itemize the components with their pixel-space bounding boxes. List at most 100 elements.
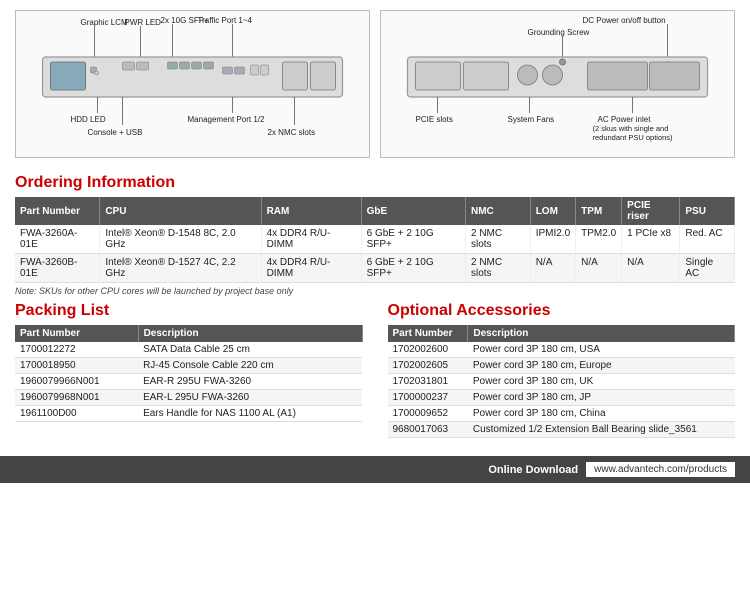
ordering-row: FWA-3260B-01EIntel® Xeon® D-1527 4C, 2.2… [15, 254, 735, 283]
label-traffic-port: Traffic Port 1~4 [198, 16, 253, 25]
accessories-row: 1702031801Power cord 3P 180 cm, UK [388, 374, 735, 390]
accessories-cell: Power cord 3P 180 cm, China [468, 406, 735, 422]
packing-cell: 1961100D00 [15, 406, 138, 422]
label-graphic-lcm: Graphic LCM [81, 18, 128, 27]
packing-col: Packing List Part Number Description 170… [15, 302, 378, 438]
label-system-fans: System Fans [508, 115, 555, 124]
accessories-row: 9680017063Customized 1/2 Extension Ball … [388, 422, 735, 438]
accessories-title: Optional Accessories [388, 302, 736, 320]
label-ac-power-detail: (2 skus with single and [593, 124, 669, 133]
ordering-cell: Red. AC [680, 225, 735, 254]
ordering-section: Ordering Information Part Number CPU RAM… [0, 166, 750, 302]
ordering-cell: 6 GbE + 2 10G SFP+ [361, 254, 465, 283]
accessories-row: 1700009652Power cord 3P 180 cm, China [388, 406, 735, 422]
packing-col-part: Part Number [15, 325, 138, 342]
packing-cell: EAR-L 295U FWA-3260 [138, 390, 362, 406]
label-dc-power: DC Power on/off button [583, 16, 666, 25]
packing-cell: SATA Data Cable 25 cm [138, 342, 362, 358]
accessories-row: 1702002605Power cord 3P 180 cm, Europe [388, 358, 735, 374]
acc-col-desc: Description [468, 325, 735, 342]
acc-col-part: Part Number [388, 325, 468, 342]
packing-cell: RJ-45 Console Cable 220 cm [138, 358, 362, 374]
ordering-note: Note: SKUs for other CPU cores will be l… [15, 286, 735, 296]
label-pwr-led: PWR LED [125, 18, 162, 27]
col-ram: RAM [261, 197, 361, 225]
accessories-cell: Power cord 3P 180 cm, USA [468, 342, 735, 358]
accessories-cell: 9680017063 [388, 422, 468, 438]
col-pcie-riser: PCIE riser [622, 197, 680, 225]
front-panel-diagram: Graphic LCM PWR LED 2x 10G SFP+ Traffic … [15, 10, 370, 158]
back-panel-svg: DC Power on/off button Grounding Screw P… [385, 15, 730, 150]
packing-cell: EAR-R 295U FWA-3260 [138, 374, 362, 390]
accessories-cell: Power cord 3P 180 cm, UK [468, 374, 735, 390]
accessories-row: 1700000237Power cord 3P 180 cm, JP [388, 390, 735, 406]
packing-table: Part Number Description 1700012272SATA D… [15, 325, 363, 422]
label-console-usb: Console + USB [88, 128, 143, 137]
ordering-cell: IPMI2.0 [530, 225, 575, 254]
ordering-cell: Single AC [680, 254, 735, 283]
packing-cell: 1700018950 [15, 358, 138, 374]
packing-cell: 1700012272 [15, 342, 138, 358]
accessories-cell: 1700009652 [388, 406, 468, 422]
col-gbe: GbE [361, 197, 465, 225]
hardware-diagrams: Graphic LCM PWR LED 2x 10G SFP+ Traffic … [0, 0, 750, 166]
ordering-header-row: Part Number CPU RAM GbE NMC LOM TPM PCIE… [15, 197, 735, 225]
accessories-cell: Power cord 3P 180 cm, JP [468, 390, 735, 406]
packing-cell: Ears Handle for NAS 1100 AL (A1) [138, 406, 362, 422]
label-ac-power-detail2: redundant PSU options) [593, 133, 674, 142]
front-panel-svg: Graphic LCM PWR LED 2x 10G SFP+ Traffic … [20, 15, 365, 150]
accessories-cell: Customized 1/2 Extension Ball Bearing sl… [468, 422, 735, 438]
label-pcie-slots: PCIE slots [416, 115, 453, 124]
col-lom: LOM [530, 197, 575, 225]
ordering-cell: 6 GbE + 2 10G SFP+ [361, 225, 465, 254]
packing-cell: 1960079968N001 [15, 390, 138, 406]
label-grounding: Grounding Screw [528, 28, 590, 37]
packing-title: Packing List [15, 302, 363, 320]
packing-row: 1961100D00Ears Handle for NAS 1100 AL (A… [15, 406, 362, 422]
footer-url: www.advantech.com/products [586, 462, 735, 477]
ordering-cell: 1 PCIe x8 [622, 225, 680, 254]
accessories-cell: 1702002600 [388, 342, 468, 358]
ordering-cell: FWA-3260A-01E [15, 225, 100, 254]
col-part-number: Part Number [15, 197, 100, 225]
ordering-cell: FWA-3260B-01E [15, 254, 100, 283]
ordering-cell: Intel® Xeon® D-1548 8C, 2.0 GHz [100, 225, 261, 254]
label-hdd-led-bottom: HDD LED [71, 115, 106, 124]
back-panel-diagram: DC Power on/off button Grounding Screw P… [380, 10, 735, 158]
label-nmc-slots: 2x NMC slots [268, 128, 316, 137]
label-ac-power: AC Power inlet [598, 115, 652, 124]
accessories-cell: 1702002605 [388, 358, 468, 374]
label-mgmt-bottom: Management Port 1/2 [188, 115, 265, 124]
packing-row: 1700012272SATA Data Cable 25 cm [15, 342, 362, 358]
ordering-cell: N/A [530, 254, 575, 283]
col-cpu: CPU [100, 197, 261, 225]
ordering-cell: 2 NMC slots [466, 225, 531, 254]
accessories-col: Optional Accessories Part Number Descrip… [378, 302, 736, 438]
packing-row: 1960079968N001EAR-L 295U FWA-3260 [15, 390, 362, 406]
packing-row: 1960079966N001EAR-R 295U FWA-3260 [15, 374, 362, 390]
ordering-title: Ordering Information [15, 174, 735, 192]
accessories-cell: Power cord 3P 180 cm, Europe [468, 358, 735, 374]
packing-col-desc: Description [138, 325, 362, 342]
accessories-table: Part Number Description 1702002600Power … [388, 325, 736, 438]
packing-cell: 1960079966N001 [15, 374, 138, 390]
ordering-cell: Intel® Xeon® D-1527 4C, 2.2 GHz [100, 254, 261, 283]
ordering-cell: 4x DDR4 R/U-DIMM [261, 225, 361, 254]
ordering-cell: TPM2.0 [576, 225, 622, 254]
accessories-row: 1702002600Power cord 3P 180 cm, USA [388, 342, 735, 358]
footer-label: Online Download [488, 464, 578, 476]
accessories-cell: 1702031801 [388, 374, 468, 390]
accessories-header-row: Part Number Description [388, 325, 735, 342]
col-tpm: TPM [576, 197, 622, 225]
ordering-cell: 2 NMC slots [466, 254, 531, 283]
footer-bar: Online Download www.advantech.com/produc… [0, 456, 750, 483]
ordering-row: FWA-3260A-01EIntel® Xeon® D-1548 8C, 2.0… [15, 225, 735, 254]
packing-header-row: Part Number Description [15, 325, 362, 342]
col-psu: PSU [680, 197, 735, 225]
ordering-cell: 4x DDR4 R/U-DIMM [261, 254, 361, 283]
ordering-table: Part Number CPU RAM GbE NMC LOM TPM PCIE… [15, 197, 735, 283]
ordering-cell: N/A [622, 254, 680, 283]
accessories-cell: 1700000237 [388, 390, 468, 406]
ordering-cell: N/A [576, 254, 622, 283]
two-col-section: Packing List Part Number Description 170… [0, 302, 750, 446]
